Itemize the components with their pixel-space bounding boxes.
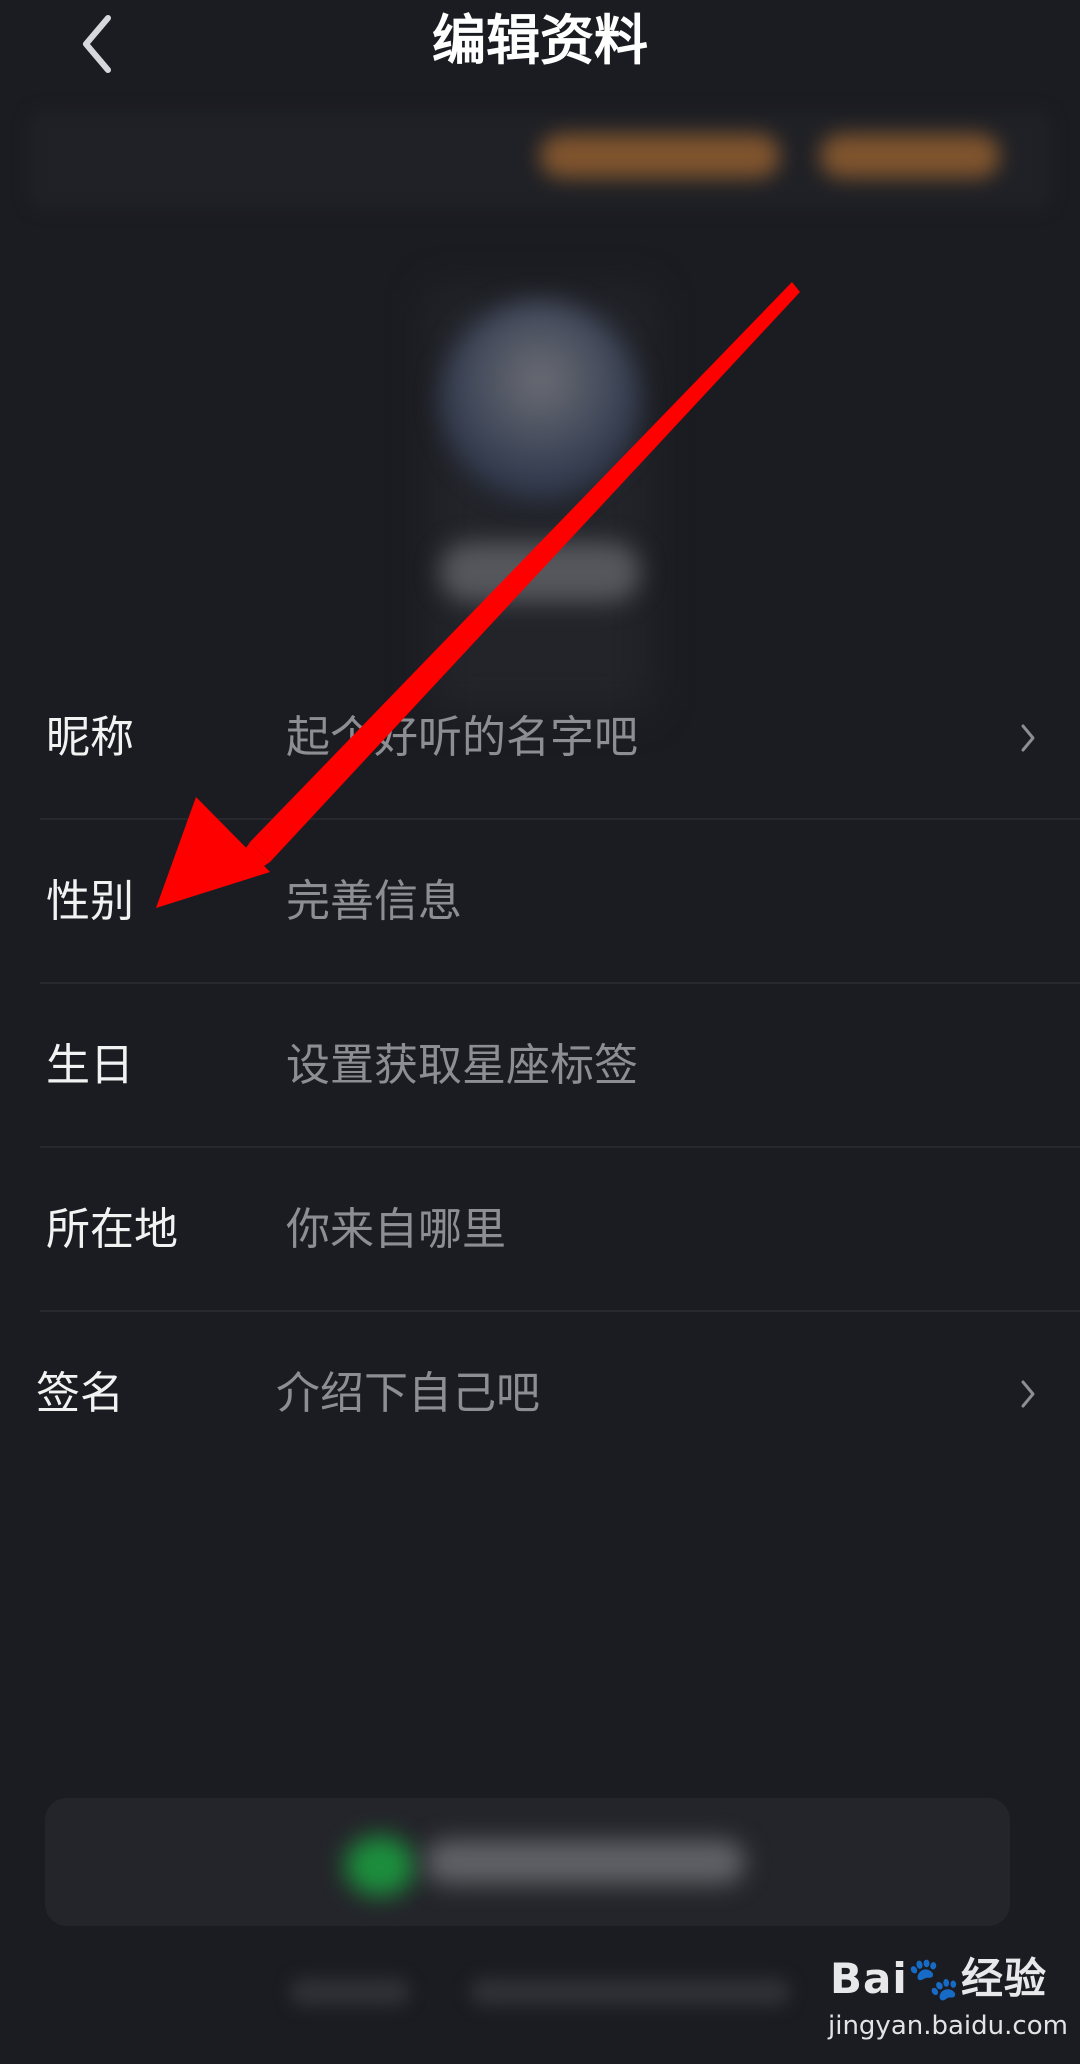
row-value: 你来自哪里 [286,1204,506,1255]
row-gender[interactable]: 性别 完善信息 [40,820,1080,984]
blurred-banner [30,112,1050,208]
row-nickname[interactable]: 昵称 起个好听的名字吧 [40,656,1080,820]
row-signature[interactable]: 签名 介绍下自己吧 [36,1312,1080,1476]
row-location[interactable]: 所在地 你来自哪里 [40,1148,1080,1312]
row-label: 所在地 [46,1204,178,1255]
chevron-right-icon [1021,1380,1035,1408]
avatar[interactable] [440,300,640,500]
watermark-url: jingyan.baidu.com [828,2011,1068,2041]
avatar-caption-blurred [440,542,640,602]
wechat-icon [345,1836,415,1896]
row-label: 签名 [36,1368,124,1419]
row-label: 生日 [46,1040,134,1091]
row-birthday[interactable]: 生日 设置获取星座标签 [40,984,1080,1148]
row-label: 性别 [46,876,134,927]
row-value: 起个好听的名字吧 [286,712,638,763]
watermark-logo: Bai🐾经验 [830,1954,1048,2003]
baidu-jingyan-watermark: Bai🐾经验 jingyan.baidu.com [822,1945,1072,2055]
row-value: 设置获取星座标签 [286,1040,638,1091]
edit-profile-screen: 编辑资料 昵称 起个好听的名字吧 性别 完善信息 生日 设置获取星座标签 所在地… [0,0,1080,2064]
blurred-text [425,1840,745,1884]
row-value: 完善信息 [286,876,462,927]
page-title: 编辑资料 [432,9,648,72]
row-value: 介绍下自己吧 [276,1368,540,1419]
chevron-right-icon [1021,724,1035,752]
bottom-action-card[interactable] [45,1798,1010,1926]
top-bar: 编辑资料 [0,0,1080,82]
row-label: 昵称 [46,712,134,763]
bottom-links-blurred [280,1968,840,2016]
